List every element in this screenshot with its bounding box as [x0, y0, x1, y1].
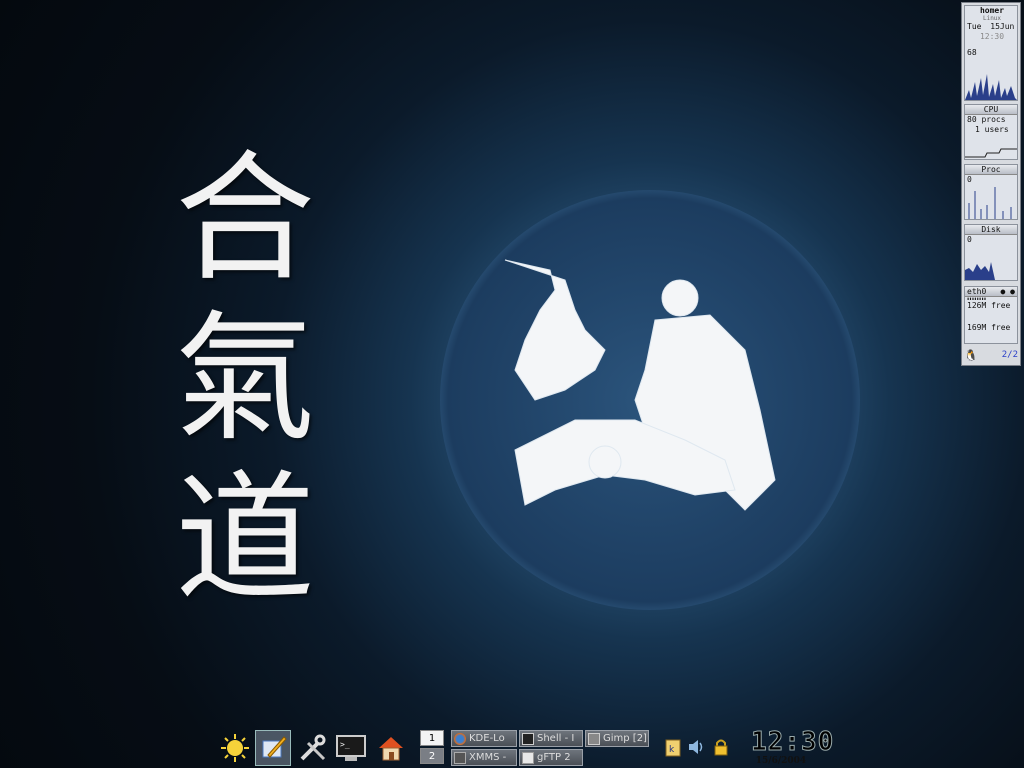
mem-free: 126M free [967, 301, 1011, 310]
svg-text:>_: >_ [340, 740, 350, 749]
gk-footer: 🐧 2/2 [964, 347, 1018, 363]
aikido-kanji: 合 氣 道 [155, 140, 335, 620]
lock-icon[interactable] [711, 734, 731, 760]
desktop-pager: 1 2 [420, 730, 444, 766]
klipper-icon[interactable]: k [663, 734, 683, 760]
volume-icon[interactable] [687, 734, 707, 760]
kanji-do: 道 [174, 458, 315, 621]
home-icon[interactable] [373, 730, 409, 766]
pager-desktop-2[interactable]: 2 [420, 748, 444, 764]
disk-graph [965, 262, 995, 280]
disk-panel: Disk 0 [964, 224, 1018, 281]
disk-value: 0 [967, 235, 972, 244]
date-label: 15Jun [990, 22, 1015, 31]
clock-date: 15/6/2004 [755, 756, 807, 766]
gimp-icon [588, 732, 600, 745]
kanji-ki: 氣 [174, 298, 315, 461]
tools-icon[interactable] [295, 730, 331, 766]
date-row: Tue 15Jun [965, 22, 1017, 32]
load-value: 68 [967, 48, 977, 57]
gftp-icon [522, 751, 534, 764]
task-shell[interactable]: Shell - I [519, 730, 583, 747]
tux-icon[interactable]: 🐧 [964, 349, 978, 362]
day-label: Tue [967, 22, 982, 31]
net-leds: ● ● [1000, 287, 1015, 296]
task-kde-lo[interactable]: KDE-Lo [451, 730, 517, 747]
pager-desktop-1[interactable]: 1 [420, 730, 444, 746]
proc-value: 0 [967, 175, 972, 184]
page-indicator[interactable]: 2/2 [1002, 350, 1018, 360]
host-panel: homer Linux Tue 15Jun 12:30 68 [964, 5, 1018, 101]
kanji-ai: 合 [174, 138, 315, 301]
task-xmms[interactable]: XMMS - [451, 749, 517, 766]
edit-icon[interactable] [255, 730, 291, 766]
swap-free: 169M free [967, 323, 1011, 332]
cpu-graph [965, 148, 1017, 158]
gkrellm-monitor: homer Linux Tue 15Jun 12:30 68 CPU 80 pr… [961, 2, 1021, 366]
svg-text:k: k [669, 745, 675, 755]
aikido-fighters-illustration [504, 259, 776, 511]
load-graph [965, 74, 1017, 100]
users-count: 1 users [975, 125, 1009, 134]
task-gftp[interactable]: gFTP 2 [519, 749, 583, 766]
clock-time[interactable]: 12:30 [751, 728, 834, 757]
firefox-icon [454, 732, 466, 745]
disk-label: Disk [965, 225, 1017, 235]
taskbar: >_ 1 2 KDE-Lo Shell - I Gimp [2] XMMS - … [215, 728, 834, 768]
terminal-icon[interactable]: >_ [333, 730, 369, 766]
proc-graph [968, 187, 1012, 219]
kde-menu-icon[interactable] [217, 730, 253, 766]
cpu-label: CPU [965, 105, 1017, 115]
xmms-icon [454, 751, 466, 764]
cpu-panel: CPU 80 procs 1 users [964, 104, 1018, 160]
task-gimp[interactable]: Gimp [2] [585, 730, 649, 747]
proc-label: Proc [965, 165, 1017, 175]
time-label: 12:30 [979, 32, 1005, 41]
terminal-icon [522, 732, 534, 745]
net-panel: eth0 ● ● ▮▮▮▮▮▮▮▮ 126M free 169M free [964, 286, 1018, 344]
procs-count: 80 procs [967, 115, 1006, 124]
proc-panel: Proc 0 [964, 164, 1018, 220]
